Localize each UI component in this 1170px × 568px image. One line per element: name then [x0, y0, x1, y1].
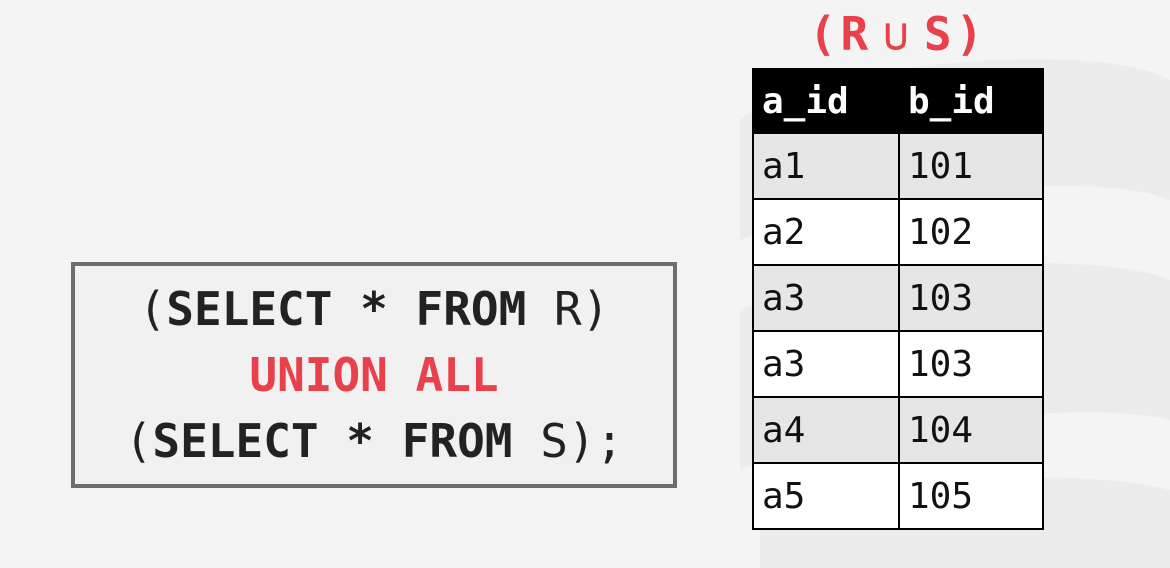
cell-a-id: a4	[752, 396, 900, 464]
sql-star: *	[360, 282, 388, 336]
sql-relation-r: R	[554, 282, 582, 336]
sql-keyword-from: FROM	[415, 282, 527, 336]
column-header-a-id: a_id	[752, 68, 900, 134]
sql-keyword-select: SELECT	[152, 414, 319, 468]
table-row: a4 104	[752, 396, 1044, 464]
cell-a-id: a3	[752, 330, 900, 398]
sql-line-select-s: (SELECT * FROM S);	[75, 408, 673, 474]
sql-line-select-r: (SELECT * FROM R)	[75, 276, 673, 342]
sql-paren: (	[138, 282, 167, 336]
table-row: a3 103	[752, 330, 1044, 398]
cell-b-id: 104	[898, 396, 1044, 464]
sql-paren: )	[581, 282, 610, 336]
sql-keyword-select: SELECT	[166, 282, 333, 336]
table-header-row: a_id b_id	[752, 68, 1044, 134]
sql-union-all-operator: UNION ALL	[249, 348, 499, 402]
cell-a-id: a2	[752, 198, 900, 266]
cell-b-id: 103	[898, 330, 1044, 398]
sql-paren-semicolon: );	[567, 414, 624, 468]
cell-a-id: a5	[752, 462, 900, 530]
sql-keyword-from: FROM	[401, 414, 513, 468]
union-symbol: ∪	[882, 7, 914, 61]
result-table: a_id b_id a1 101 a2 102 a3 103 a3 103 a4…	[752, 68, 1044, 530]
column-header-b-id: b_id	[898, 68, 1044, 134]
table-row: a2 102	[752, 198, 1044, 266]
table-row: a1 101	[752, 132, 1044, 200]
sql-star: *	[346, 414, 374, 468]
sql-query-box: (SELECT * FROM R) UNION ALL (SELECT * FR…	[71, 262, 677, 488]
title-right: S)	[923, 7, 988, 61]
cell-b-id: 103	[898, 264, 1044, 332]
result-title: (R ∪ S)	[752, 6, 1044, 62]
sql-paren: (	[124, 414, 153, 468]
cell-b-id: 102	[898, 198, 1044, 266]
cell-b-id: 101	[898, 132, 1044, 200]
cell-a-id: a1	[752, 132, 900, 200]
table-row: a3 103	[752, 264, 1044, 332]
cell-a-id: a3	[752, 264, 900, 332]
sql-line-union-all: UNION ALL	[75, 342, 673, 408]
cell-b-id: 105	[898, 462, 1044, 530]
sql-relation-s: S	[540, 414, 568, 468]
table-row: a5 105	[752, 462, 1044, 530]
title-left: (R	[808, 7, 873, 61]
